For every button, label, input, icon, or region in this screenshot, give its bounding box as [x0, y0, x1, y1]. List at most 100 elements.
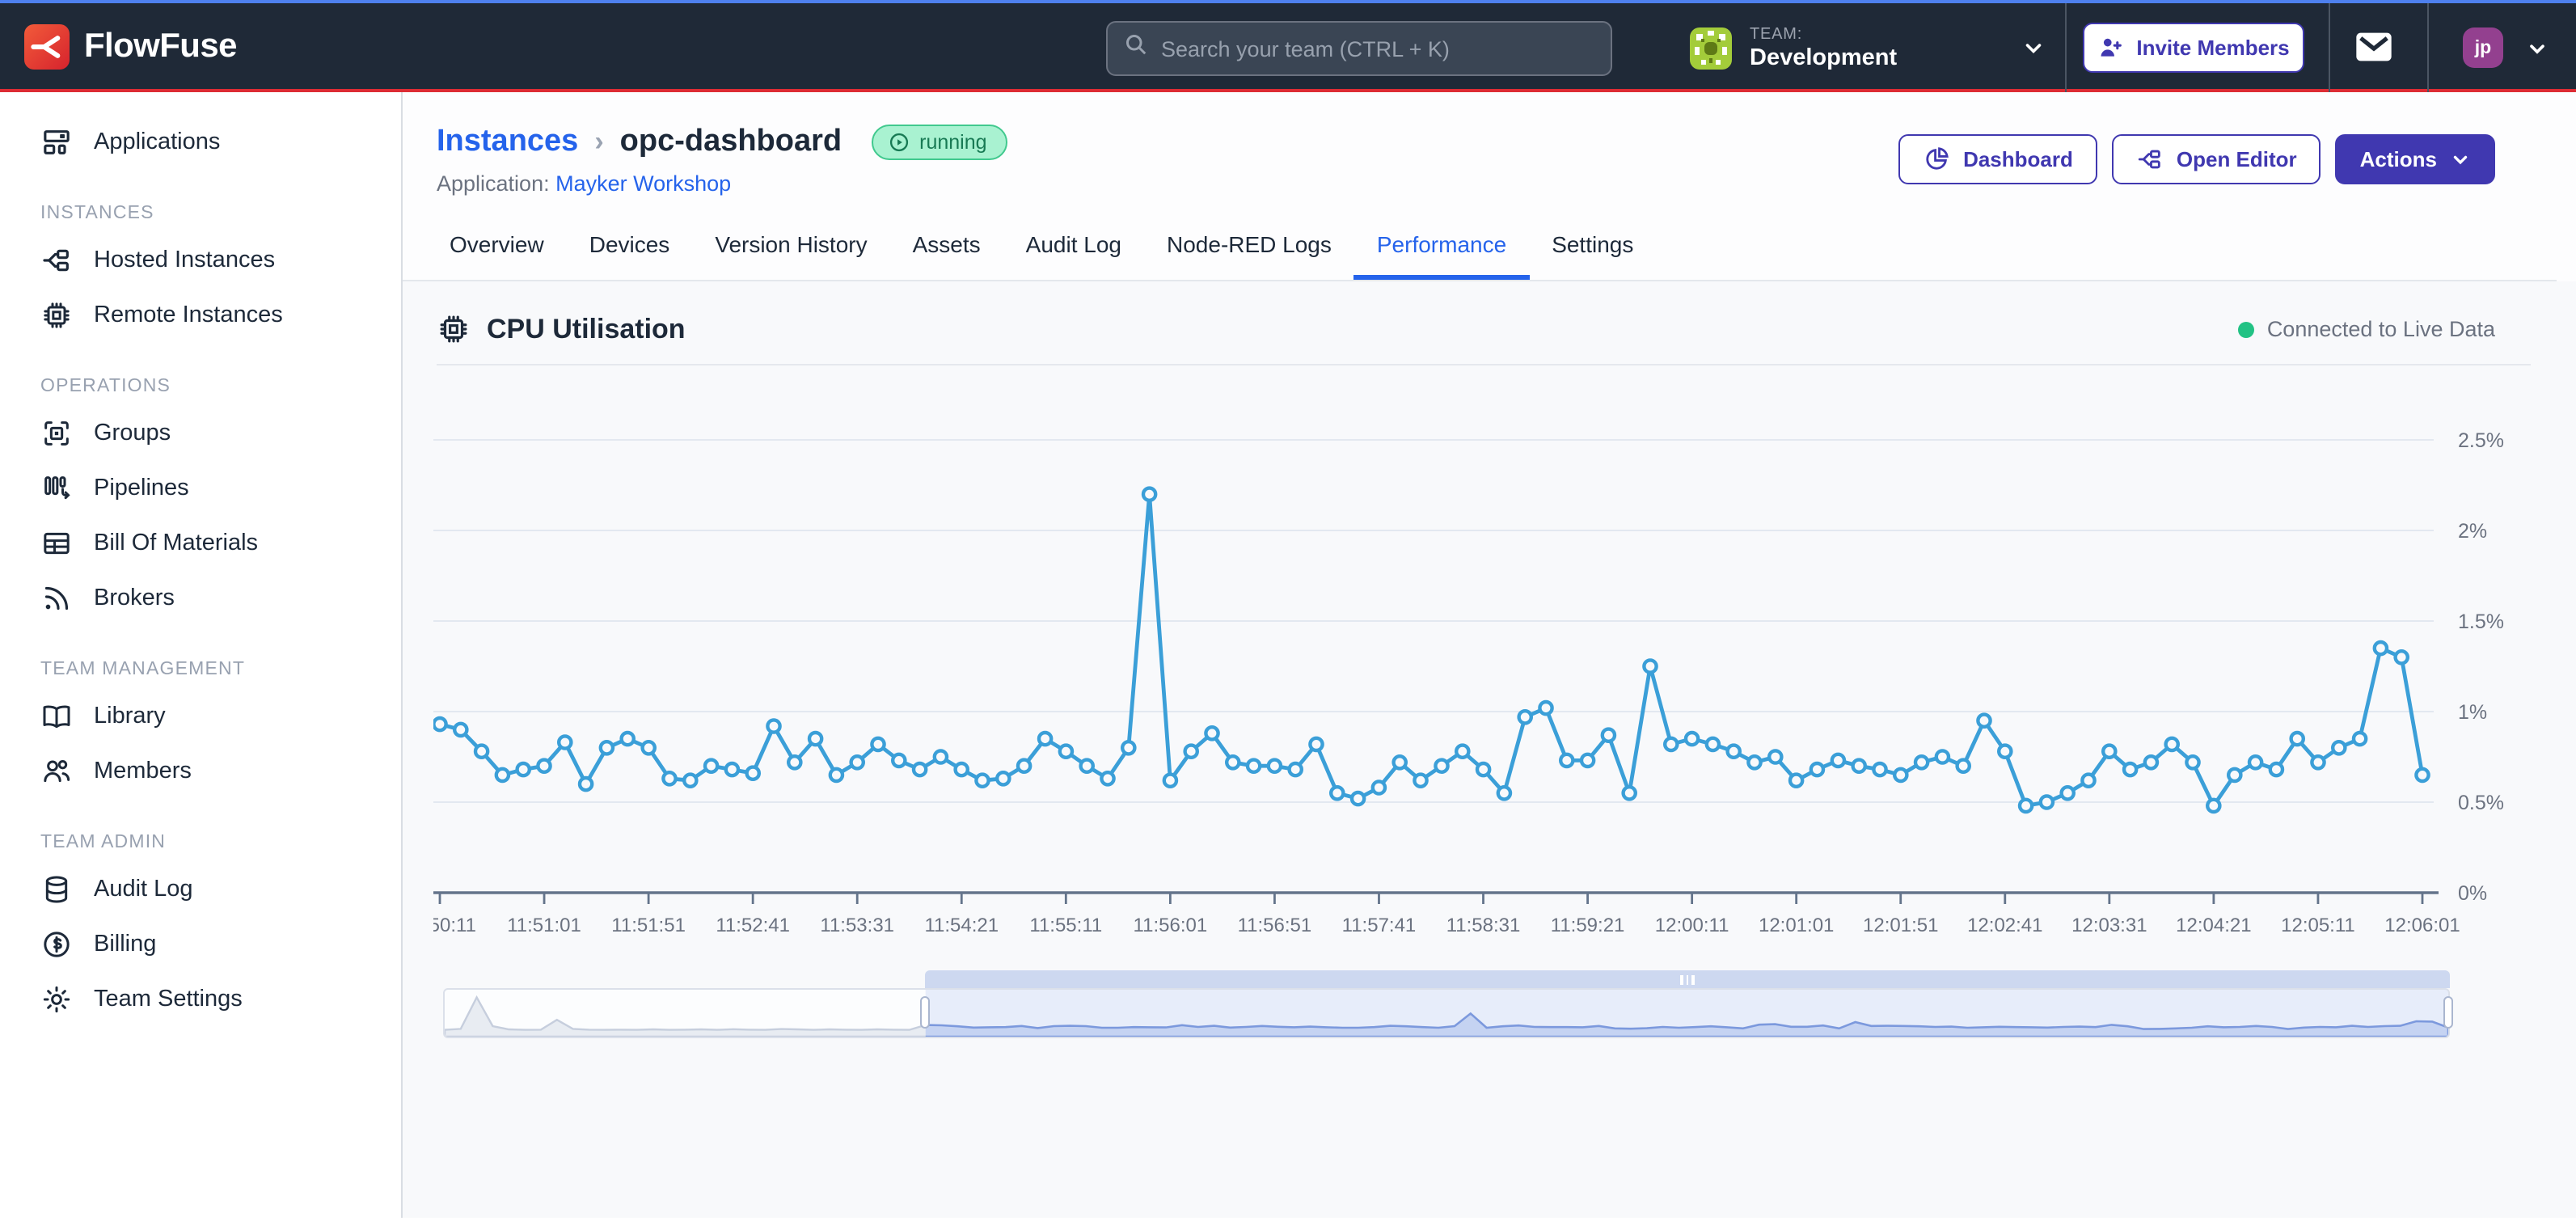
open-editor-icon: [2136, 146, 2164, 173]
tab-version-history[interactable]: Version History: [692, 222, 889, 280]
sidebar-item-label: Members: [94, 758, 192, 784]
tab-devices[interactable]: Devices: [567, 222, 693, 280]
tab-assets[interactable]: Assets: [890, 222, 1003, 280]
library-icon: [40, 700, 73, 733]
sidebar-item-label: Bill Of Materials: [94, 530, 258, 556]
svg-text:11:51:51: 11:51:51: [611, 915, 686, 936]
dashboard-button-label: Dashboard: [1963, 147, 2073, 171]
members-icon: [40, 755, 73, 788]
svg-text:11:58:31: 11:58:31: [1446, 915, 1521, 936]
cpu-utilisation-chart: 11:50:1111:51:0111:51:5111:52:4111:53:31…: [433, 388, 2527, 957]
main-content: Instances › opc-dashboard running Applic…: [403, 92, 2576, 1218]
logo-wordmark: FlowFuse: [84, 27, 237, 66]
range-selector-right-handle[interactable]: [2443, 996, 2453, 1029]
sidebar-item-bill-of-materials[interactable]: Bill Of Materials: [0, 516, 401, 571]
pie-chart-icon: [1923, 146, 1950, 173]
range-selector-left-handle[interactable]: [920, 996, 930, 1029]
svg-text:12:03:31: 12:03:31: [2071, 915, 2147, 936]
svg-text:11:50:11: 11:50:11: [433, 915, 476, 936]
sidebar-item-label: Library: [94, 703, 166, 729]
user-plus-icon: [2097, 34, 2125, 61]
svg-text:11:55:11: 11:55:11: [1029, 915, 1102, 936]
svg-text:1.5%: 1.5%: [2458, 610, 2504, 633]
notifications-mail-icon[interactable]: [2353, 27, 2395, 74]
sidebar-section-instances: INSTANCES: [0, 204, 401, 223]
sidebar-item-pipelines[interactable]: Pipelines: [0, 461, 401, 516]
svg-text:1%: 1%: [2458, 701, 2487, 724]
tab-node-red-logs[interactable]: Node-RED Logs: [1144, 222, 1354, 280]
groups-icon: [40, 417, 73, 450]
sidebar-item-team-settings[interactable]: Team Settings: [0, 972, 401, 1027]
svg-text:11:56:51: 11:56:51: [1238, 915, 1312, 936]
panel-title: CPU Utilisation: [437, 312, 686, 346]
applications-icon: [40, 126, 73, 158]
sidebar-section-operations: OPERATIONS: [0, 377, 401, 396]
invite-members-label: Invite Members: [2136, 36, 2289, 60]
svg-text:12:01:51: 12:01:51: [1863, 915, 1938, 936]
sidebar-item-label: Applications: [94, 129, 220, 155]
pipelines-icon: [40, 472, 73, 505]
remote-instances-icon: [40, 299, 73, 332]
svg-text:11:54:21: 11:54:21: [924, 915, 999, 936]
svg-text:12:00:11: 12:00:11: [1655, 915, 1729, 936]
tab-overview[interactable]: Overview: [427, 222, 567, 280]
panel-divider: [437, 364, 2531, 365]
svg-text:12:06:01: 12:06:01: [2384, 915, 2460, 936]
sidebar-item-applications[interactable]: Applications: [0, 115, 401, 170]
topbar-divider: [2329, 3, 2330, 92]
sidebar-item-label: Audit Log: [94, 877, 193, 902]
team-search[interactable]: [1106, 21, 1612, 76]
svg-text:12:05:11: 12:05:11: [2281, 915, 2355, 936]
svg-text:11:51:01: 11:51:01: [507, 915, 581, 936]
sidebar-item-label: Team Settings: [94, 987, 243, 1012]
sidebar-item-label: Hosted Instances: [94, 247, 275, 273]
tab-audit-log[interactable]: Audit Log: [1003, 222, 1144, 280]
sidebar-section-team-admin: TEAM ADMIN: [0, 833, 401, 852]
billing-icon: [40, 928, 73, 961]
sidebar-item-hosted-instances[interactable]: Hosted Instances: [0, 233, 401, 288]
sidebar-item-billing[interactable]: Billing: [0, 917, 401, 972]
search-icon: [1124, 32, 1148, 65]
dashboard-button[interactable]: Dashboard: [1898, 134, 2097, 184]
cpu-icon: [437, 312, 471, 346]
chart-range-selector[interactable]: [443, 970, 2450, 1040]
topbar-divider: [2427, 3, 2429, 92]
flowfuse-logo[interactable]: FlowFuse: [24, 24, 237, 70]
sidebar-item-groups[interactable]: Groups: [0, 406, 401, 461]
range-selector-minichart[interactable]: [443, 988, 2450, 1038]
live-data-status: Connected to Live Data: [2238, 317, 2495, 341]
sidebar-item-library[interactable]: Library: [0, 689, 401, 744]
sidebar-item-members[interactable]: Members: [0, 744, 401, 799]
invite-members-button[interactable]: Invite Members: [2083, 23, 2304, 73]
application-link[interactable]: Mayker Workshop: [555, 171, 731, 196]
tab-performance[interactable]: Performance: [1354, 222, 1529, 280]
top-navigation-bar: FlowFuse TEAM: Development Invite Member…: [0, 3, 2576, 92]
team-name: Development: [1750, 44, 1897, 70]
instance-tabs: Overview Devices Version History Assets …: [403, 222, 2557, 281]
svg-text:11:59:21: 11:59:21: [1551, 915, 1625, 936]
status-text: running: [919, 131, 986, 154]
sidebar-item-brokers[interactable]: Brokers: [0, 571, 401, 626]
sidebar-section-team-management: TEAM MANAGEMENT: [0, 660, 401, 679]
range-selector-drag-bar[interactable]: [925, 970, 2450, 988]
sidebar-item-remote-instances[interactable]: Remote Instances: [0, 288, 401, 343]
application-label: Application:: [437, 171, 550, 196]
user-avatar[interactable]: jp: [2463, 27, 2503, 68]
sidebar-item-audit-log[interactable]: Audit Log: [0, 862, 401, 917]
svg-text:11:56:01: 11:56:01: [1134, 915, 1208, 936]
team-label: TEAM:: [1750, 25, 1897, 43]
live-status-text: Connected to Live Data: [2267, 317, 2495, 341]
team-selector[interactable]: TEAM: Development: [1690, 3, 1897, 92]
actions-button[interactable]: Actions: [2336, 134, 2495, 184]
breadcrumb-separator: ›: [594, 126, 603, 158]
header-actions: Dashboard Open Editor Actions: [1898, 134, 2495, 184]
svg-text:12:01:01: 12:01:01: [1759, 915, 1834, 936]
open-editor-button[interactable]: Open Editor: [2112, 134, 2321, 184]
breadcrumb-instances-link[interactable]: Instances: [437, 125, 578, 160]
sidebar-item-label: Pipelines: [94, 475, 189, 501]
open-editor-button-label: Open Editor: [2177, 147, 2297, 171]
tab-settings[interactable]: Settings: [1529, 222, 1656, 280]
user-menu-chevron-down-icon[interactable]: [2526, 37, 2549, 68]
team-chevron-down-icon[interactable]: [2021, 36, 2046, 68]
search-input[interactable]: [1161, 36, 1594, 61]
